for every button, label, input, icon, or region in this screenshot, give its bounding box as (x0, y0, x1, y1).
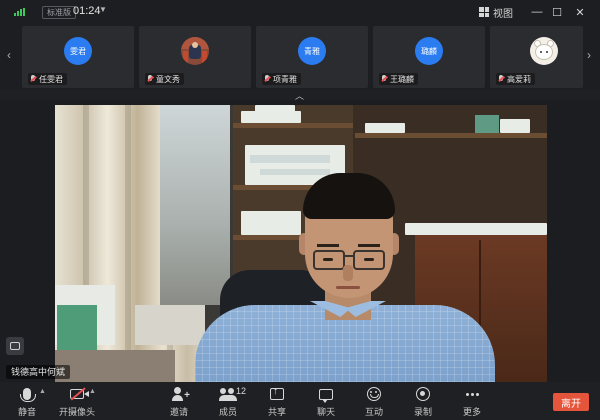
chat-button[interactable]: 聊天 (304, 386, 348, 418)
participant-name: 王璐麟 (390, 74, 414, 84)
participant-strip: ‹ › 雯君 任雯君 童文秀 青雅 项青雅 璐麟 王璐麟 高爱莉 (0, 24, 600, 90)
participant-tile[interactable]: 雯君 任雯君 (22, 26, 134, 88)
participant-tile[interactable]: 青雅 项青雅 (256, 26, 368, 88)
view-label: 视图 (493, 8, 513, 20)
participant-name-tag: 童文秀 (145, 73, 184, 85)
record-icon (416, 387, 430, 401)
switch-camera-button[interactable] (6, 337, 24, 355)
speaker-name-tag: 钱德高中何斌 (6, 365, 71, 379)
more-button[interactable]: 更多 (450, 386, 494, 418)
share-label: 共享 (267, 407, 286, 417)
mic-muted-icon (264, 75, 270, 83)
bottom-toolbar: 静音 ▲ 开摄像头 ▲ + 邀请 成员 12 共享 聊天 互动 录制 更多 (0, 382, 600, 420)
main-video[interactable] (55, 105, 547, 382)
close-button[interactable]: ✕ (572, 4, 588, 20)
camera-options-caret-icon[interactable]: ▲ (89, 388, 96, 395)
edition-badge: 标准版 (42, 6, 76, 19)
mic-muted-icon (498, 75, 504, 83)
participant-name: 童文秀 (156, 74, 180, 84)
avatar: 雯君 (64, 37, 92, 65)
signal-strength-icon[interactable] (14, 8, 26, 16)
interact-label: 互动 (364, 407, 383, 417)
chat-icon (319, 388, 333, 403)
avatar (530, 37, 558, 65)
minimize-button[interactable]: — (529, 4, 545, 20)
record-button[interactable]: 录制 (401, 386, 445, 418)
view-button[interactable]: 视图 (479, 4, 513, 20)
chevron-down-icon[interactable]: ▼ (99, 5, 107, 14)
members-icon (219, 387, 237, 401)
invite-button[interactable]: + 邀请 (157, 386, 201, 418)
leave-button[interactable]: 离开 (553, 393, 589, 411)
members-label: 成员 (218, 407, 237, 417)
share-button[interactable]: 共享 (255, 386, 299, 418)
camera-label: 开摄像头 (58, 407, 95, 417)
mic-muted-icon (381, 75, 387, 83)
share-screen-icon (270, 386, 284, 400)
participant-tile[interactable]: 璐麟 王璐麟 (373, 26, 485, 88)
record-label: 录制 (413, 407, 432, 417)
microphone-icon (20, 388, 36, 402)
main-stage (0, 100, 600, 382)
participant-tile[interactable]: 高爱莉 (490, 26, 583, 88)
mute-label: 静音 (17, 407, 36, 417)
participant-name-tag: 任雯君 (28, 73, 67, 85)
more-dots-icon (465, 392, 479, 396)
invite-label: 邀请 (169, 407, 188, 417)
participant-name: 高爱莉 (507, 74, 531, 84)
meeting-timer[interactable]: 01:24 (73, 5, 101, 17)
mic-options-caret-icon[interactable]: ▲ (39, 388, 46, 395)
camera-off-icon (70, 389, 89, 399)
participant-name: 项青雅 (273, 74, 297, 84)
avatar: 青雅 (298, 37, 326, 65)
mic-muted-icon (30, 75, 36, 83)
avatar: 璐麟 (415, 37, 443, 65)
camera-switch-icon (10, 342, 20, 350)
grid-view-icon (479, 7, 489, 17)
chevron-left-icon[interactable]: ‹ (7, 48, 11, 62)
participant-tile[interactable]: 童文秀 (139, 26, 251, 88)
invite-icon: + (172, 387, 190, 401)
maximize-button[interactable]: ☐ (549, 4, 565, 20)
chat-label: 聊天 (316, 407, 335, 417)
participant-name: 任雯君 (39, 74, 63, 84)
mic-muted-icon (147, 75, 153, 83)
participant-name-tag: 王璐麟 (379, 73, 418, 85)
smile-icon (367, 387, 381, 401)
participant-name-tag: 高爱莉 (496, 73, 535, 85)
avatar (181, 37, 209, 65)
more-label: 更多 (462, 407, 481, 417)
participant-name-tag: 项青雅 (262, 73, 301, 85)
interact-button[interactable]: 互动 (352, 386, 396, 418)
chevron-right-icon[interactable]: › (587, 48, 591, 62)
member-count-badge: 12 (236, 386, 247, 396)
title-bar: 标准版 01:24 ▼ 视图 — ☐ ✕ (0, 0, 600, 24)
